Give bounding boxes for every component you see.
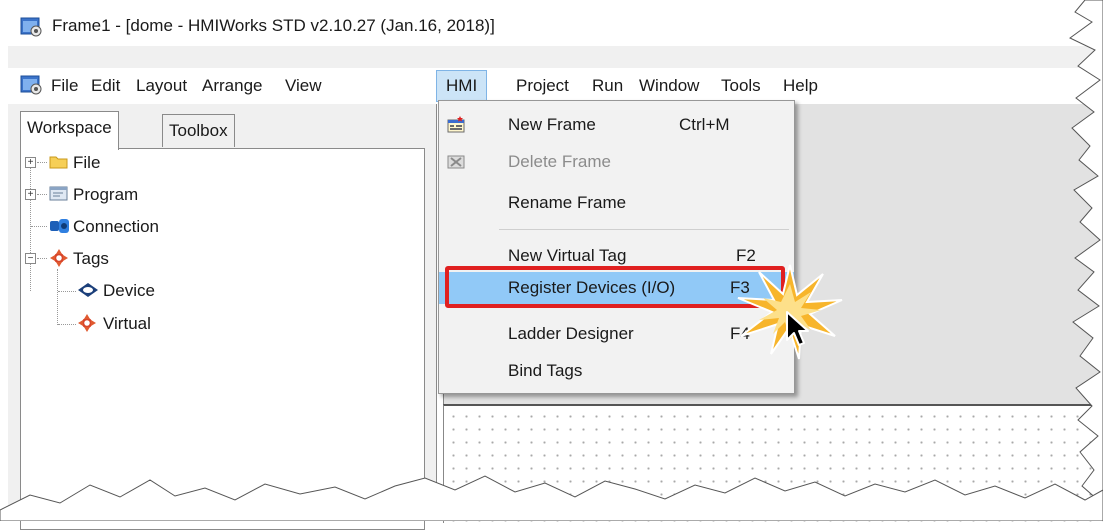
tab-workspace[interactable]: Workspace (20, 111, 119, 150)
torn-edge-decoration (0, 0, 1103, 521)
